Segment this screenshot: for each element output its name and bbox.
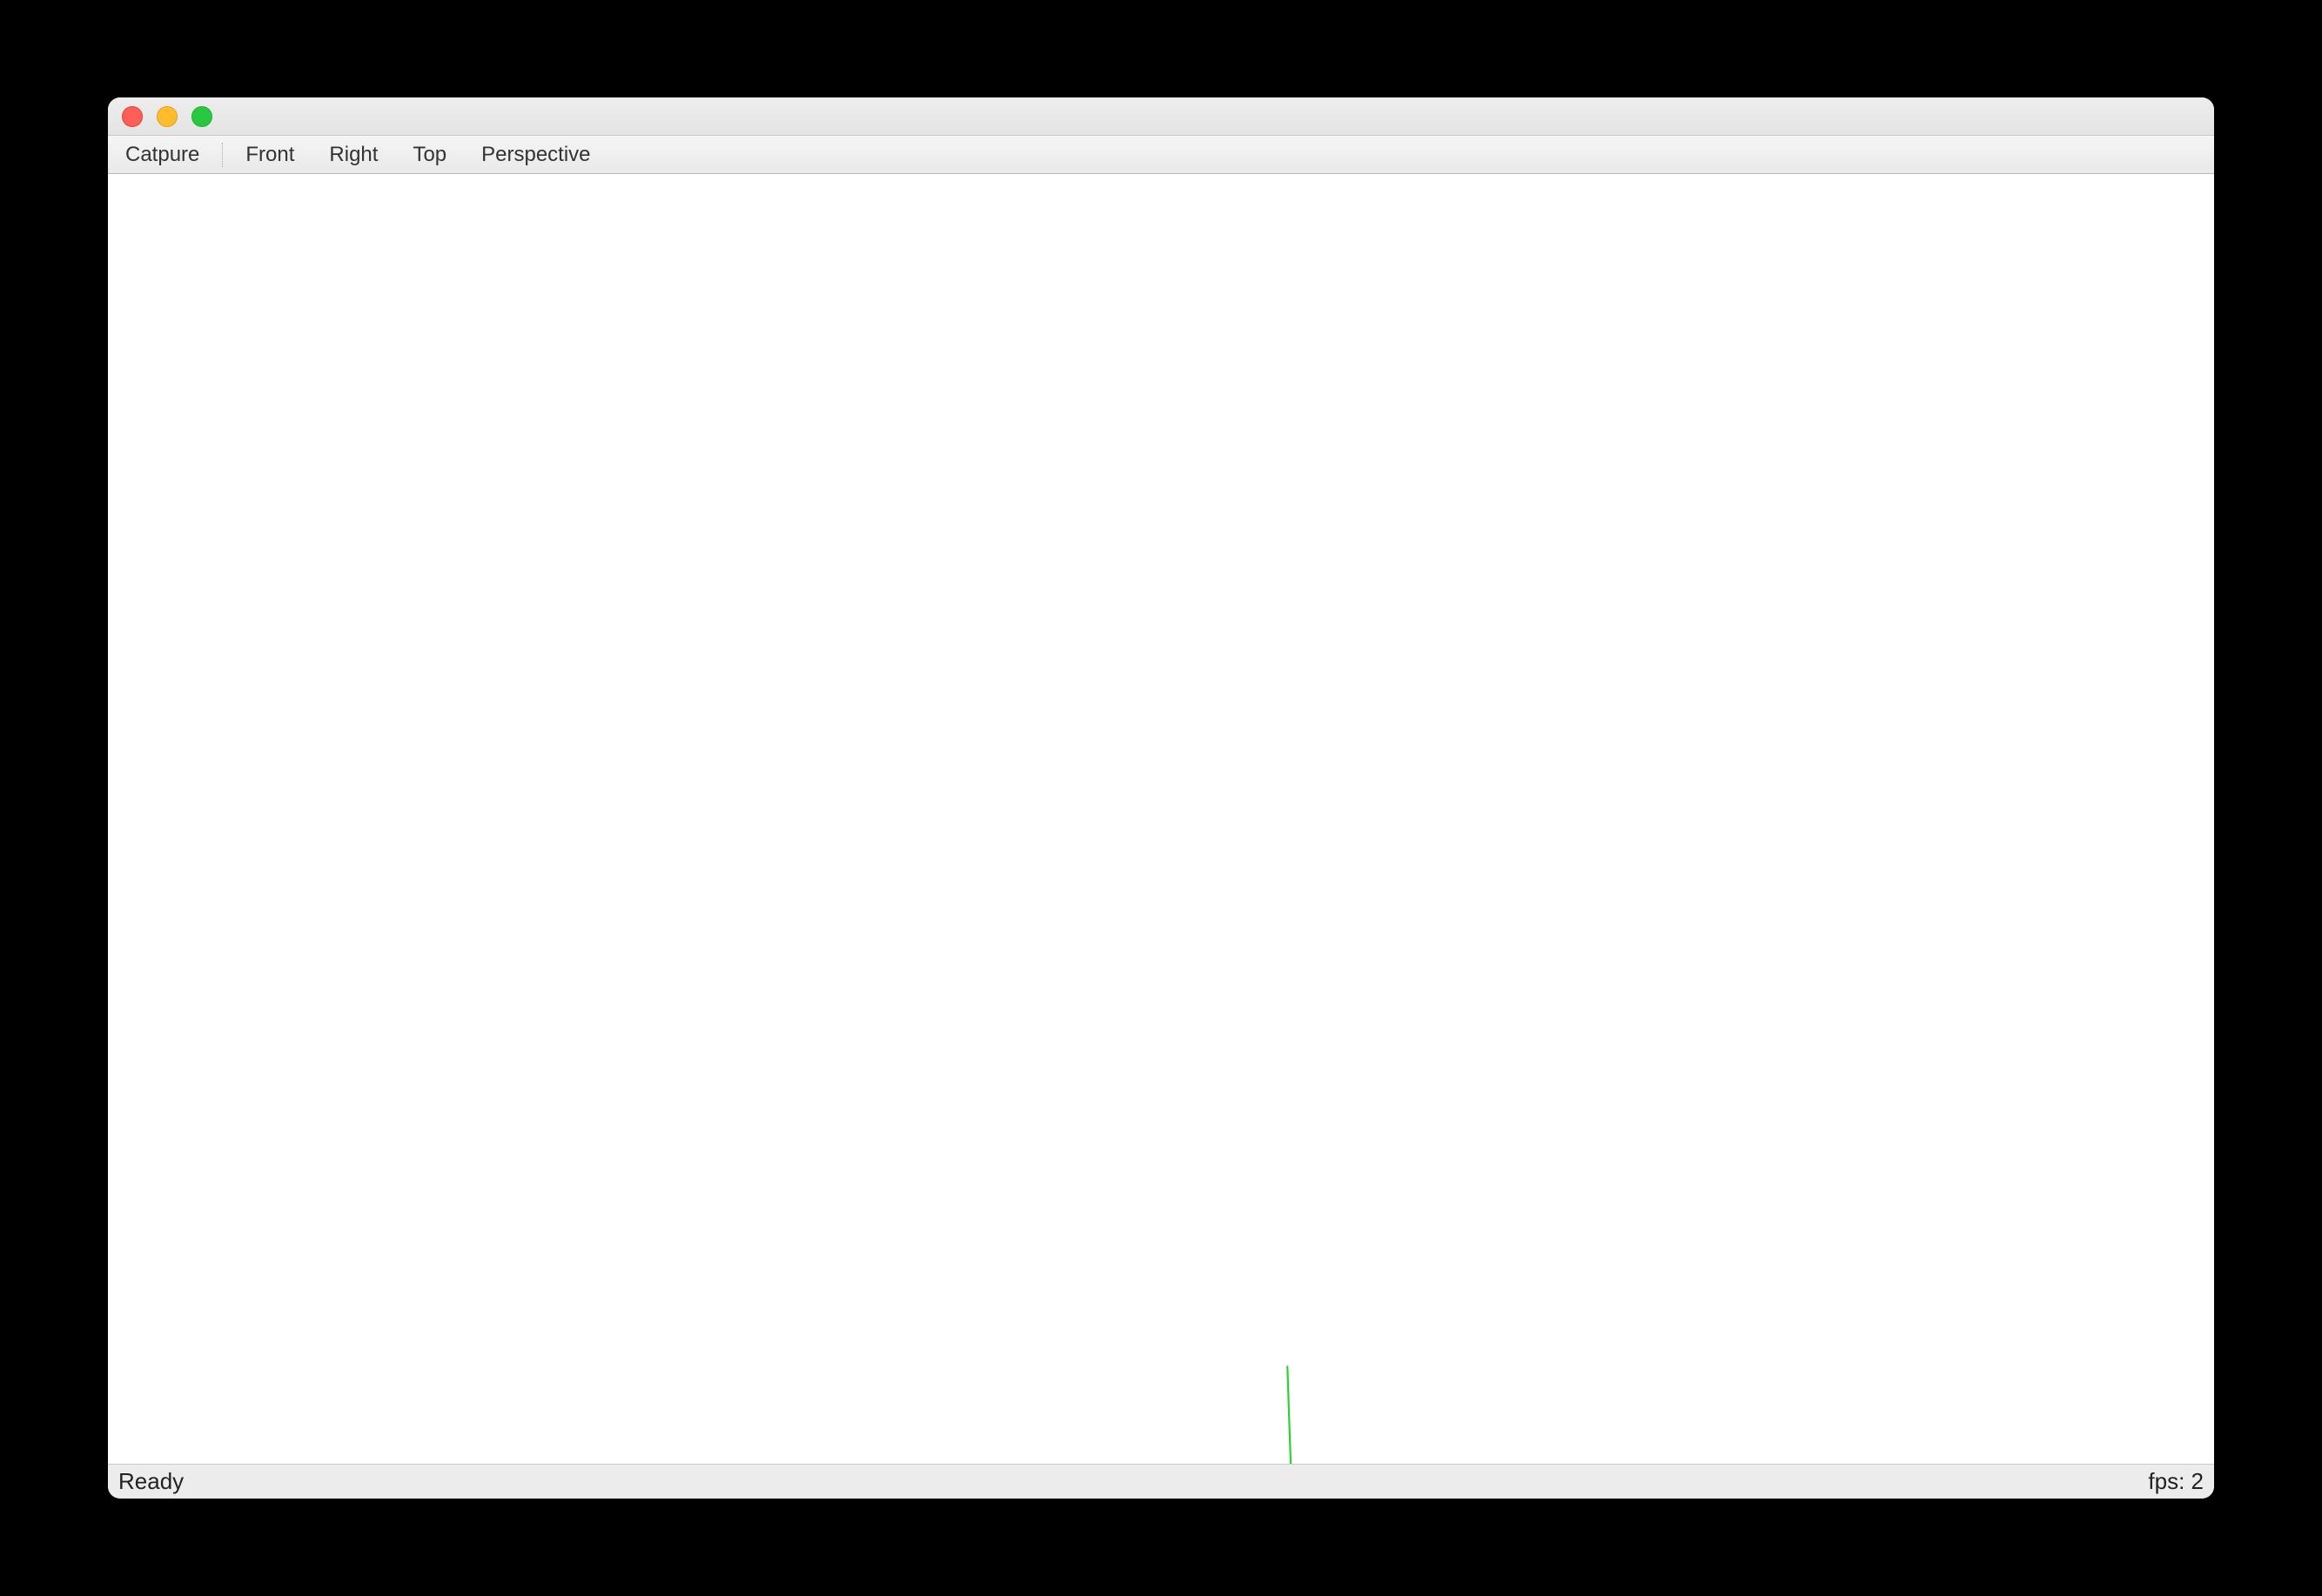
y-axis [1287, 1366, 1296, 1464]
app-window: Catpure Front Right Top Perspective Read… [108, 97, 2214, 1499]
viewport[interactable] [108, 174, 2214, 1464]
view-right-button[interactable]: Right [312, 136, 395, 173]
toolbar-separator [222, 143, 223, 167]
capture-button[interactable]: Catpure [108, 136, 217, 173]
fps-counter: fps: 2 [2148, 1468, 2204, 1495]
titlebar[interactable] [108, 97, 2214, 136]
window-controls [122, 106, 212, 127]
scene-svg [108, 174, 2214, 1464]
view-top-button[interactable]: Top [395, 136, 464, 173]
close-icon[interactable] [122, 106, 143, 127]
zoom-icon[interactable] [191, 106, 212, 127]
status-text: Ready [118, 1468, 184, 1495]
statusbar: Ready fps: 2 [108, 1464, 2214, 1499]
view-perspective-button[interactable]: Perspective [464, 136, 607, 173]
view-front-button[interactable]: Front [228, 136, 312, 173]
toolbar: Catpure Front Right Top Perspective [108, 136, 2214, 174]
minimize-icon[interactable] [157, 106, 178, 127]
